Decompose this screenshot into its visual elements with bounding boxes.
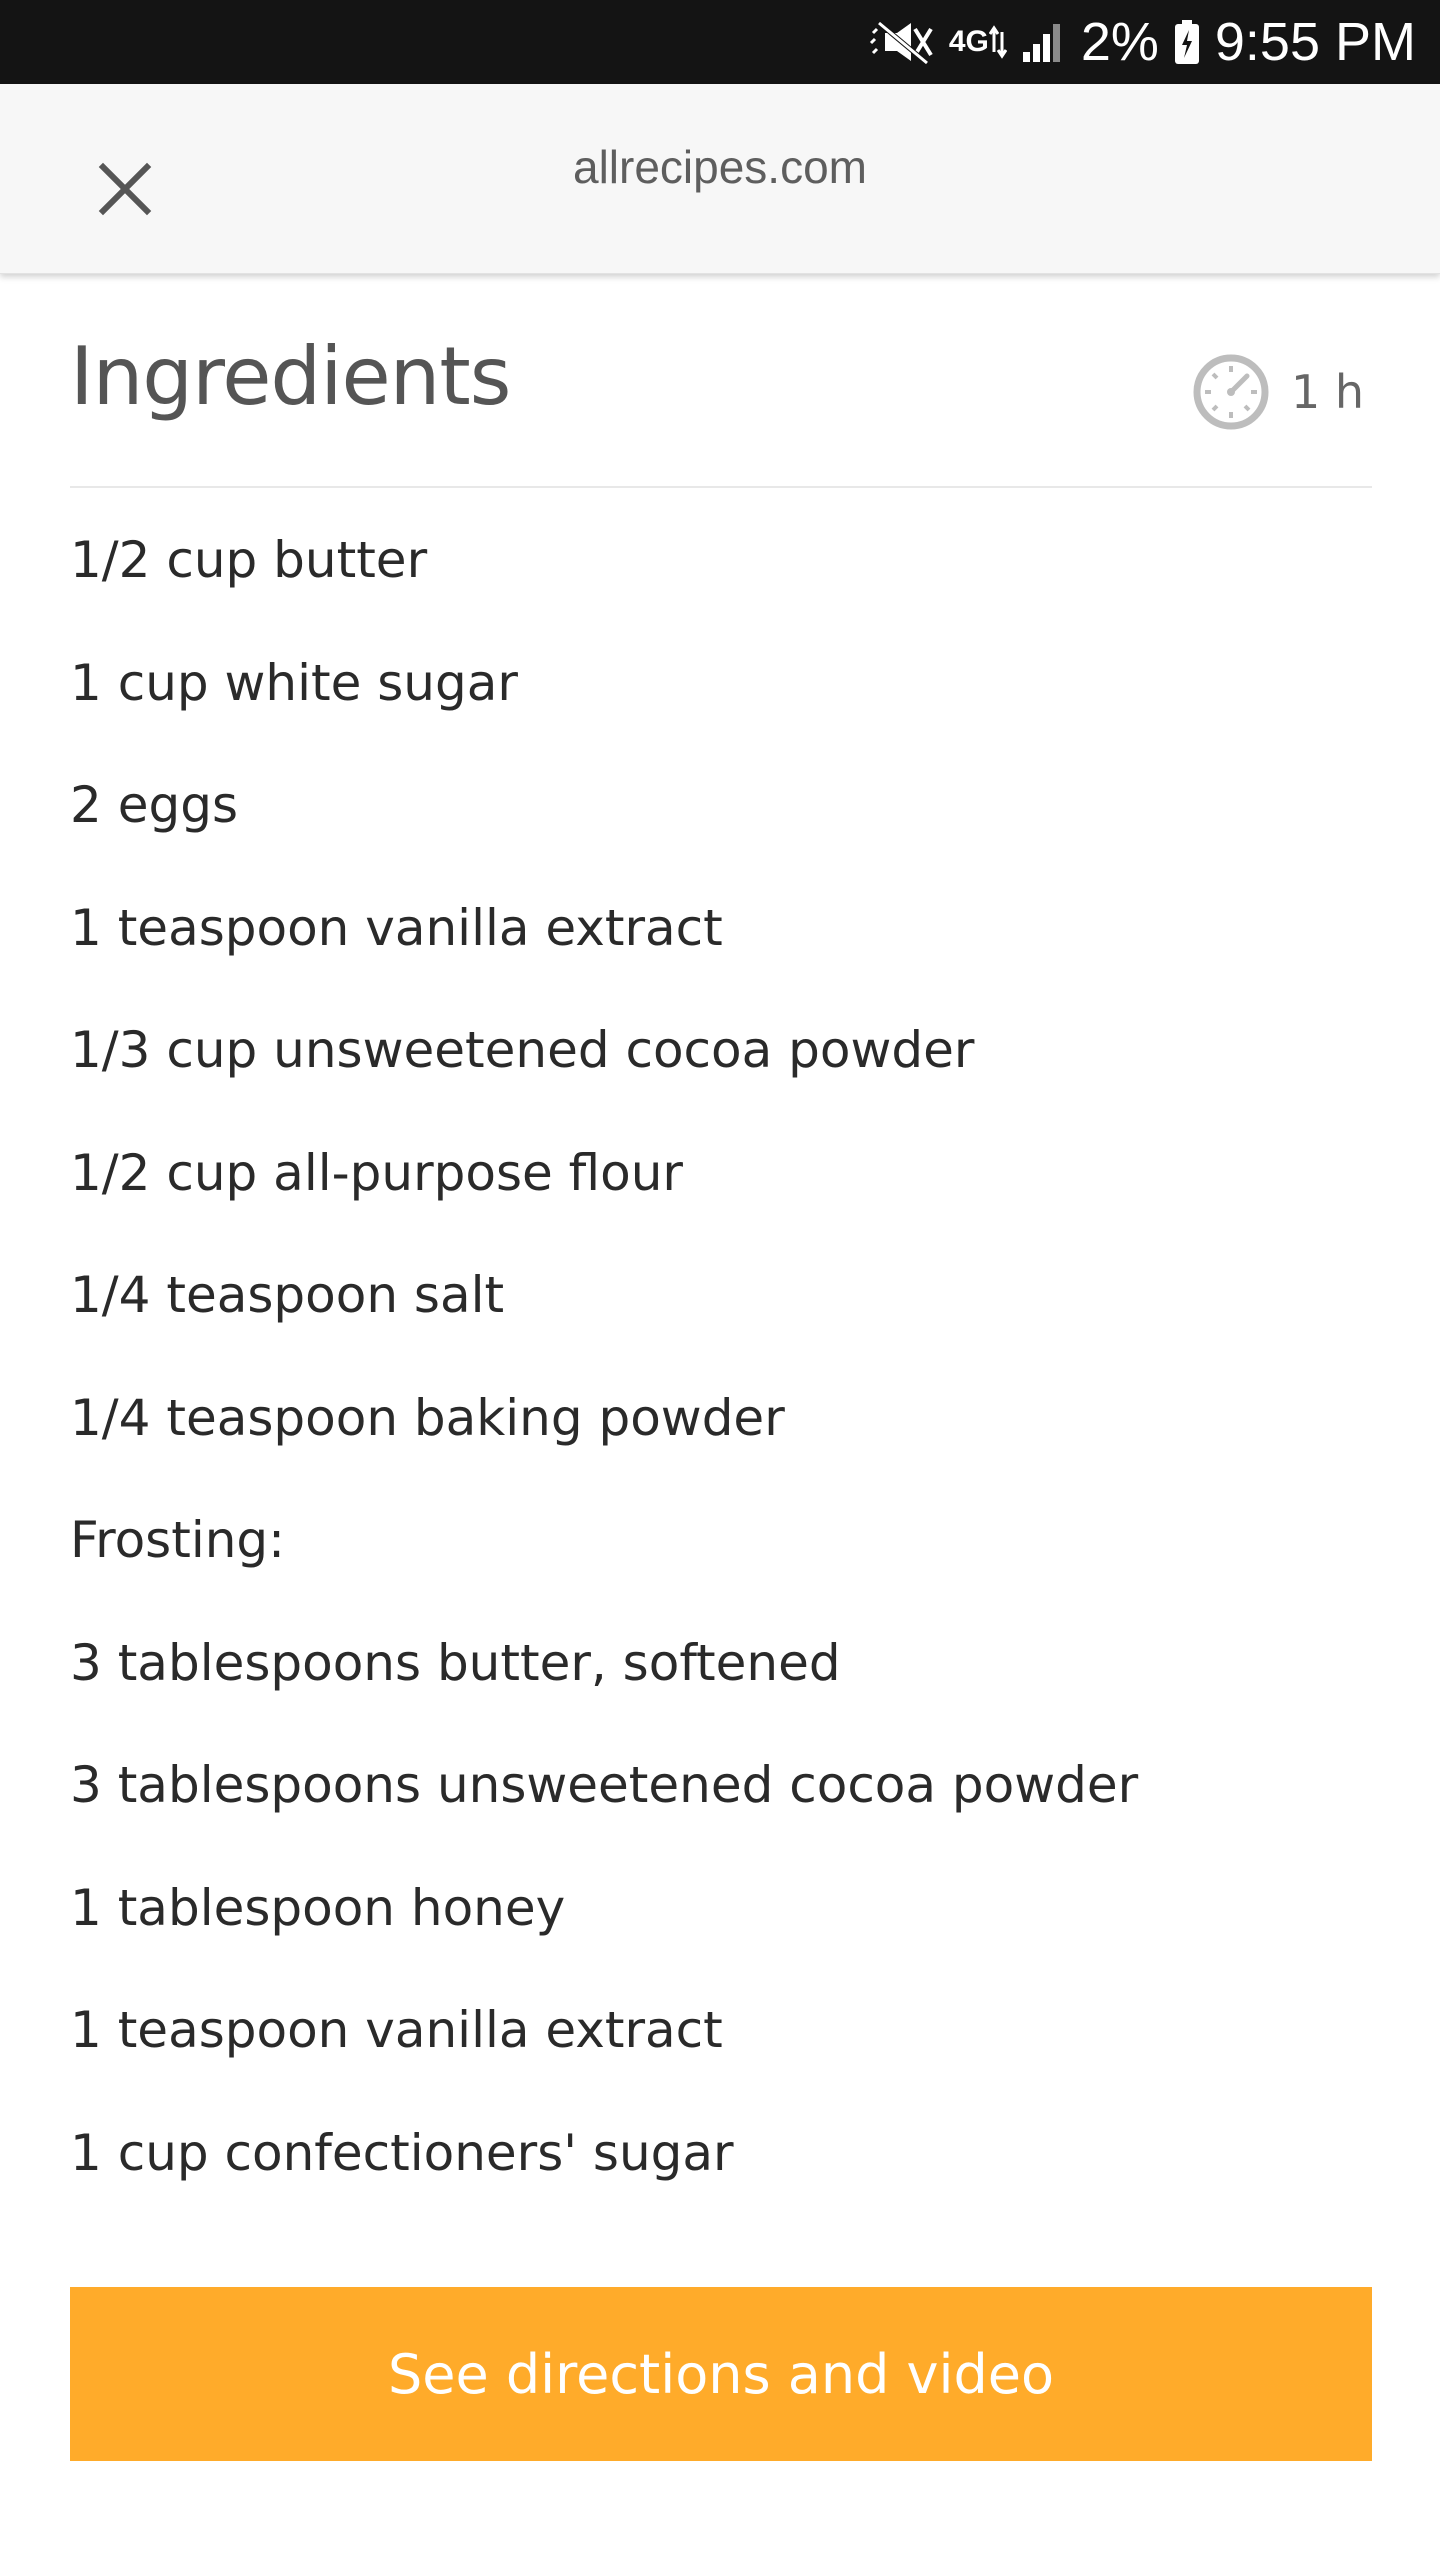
status-icons: 4G 2% 9:55 PM — [869, 0, 1416, 84]
ingredient-item: 1/2 cup butter — [70, 531, 428, 589]
clock: 9:55 PM — [1214, 12, 1416, 72]
ingredient-item: 3 tablespoons unsweetened cocoa powder — [70, 1756, 1139, 1814]
ingredients-header: Ingredients 1 h — [70, 274, 1372, 488]
battery-icon — [1173, 0, 1201, 84]
ingredient-list: 1/2 cup butter 1 cup white sugar 2 eggs … — [70, 528, 1372, 2243]
battery-percent: 2% — [1080, 12, 1159, 72]
network-4g-icon: 4G — [949, 0, 1007, 84]
ingredient-item: 1/4 teaspoon baking powder — [70, 1388, 785, 1447]
ingredients-title: Ingredients — [70, 330, 511, 423]
signal-icon — [1021, 0, 1067, 84]
cook-time: 1 h — [1191, 352, 1364, 432]
ingredient-item: 1 cup white sugar — [70, 653, 518, 712]
status-bar: 4G 2% 9:55 PM — [0, 0, 1440, 84]
timer-icon — [1193, 354, 1269, 430]
ingredient-item: 3 tablespoons butter, softened — [70, 1633, 841, 1692]
ingredient-item: 2 eggs — [70, 776, 238, 834]
ingredient-item: 1/3 cup unsweetened cocoa powder — [70, 1021, 975, 1079]
mute-icon — [869, 0, 935, 84]
ingredient-section-heading: Frosting: — [70, 1511, 285, 1569]
ingredient-item: 1/4 teaspoon salt — [70, 1266, 505, 1324]
see-directions-button[interactable]: See directions and video — [70, 2287, 1372, 2461]
domain-title: allrecipes.com — [573, 141, 867, 193]
recipe-content: Ingredients 1 h 1/2 cup butter 1 cup whi… — [70, 274, 1372, 2243]
ingredient-item: 1 teaspoon vanilla extract — [70, 898, 723, 957]
browser-header: allrecipes.com — [0, 84, 1440, 274]
ingredient-item: 1 tablespoon honey — [70, 1878, 566, 1937]
ingredient-item: 1 teaspoon vanilla extract — [70, 2001, 723, 2059]
cook-time-text: 1 h — [1290, 365, 1364, 419]
ingredient-item: 1 cup confectioners' sugar — [70, 2123, 734, 2182]
ingredient-item: 1/2 cup all-purpose flour — [70, 1143, 683, 1202]
